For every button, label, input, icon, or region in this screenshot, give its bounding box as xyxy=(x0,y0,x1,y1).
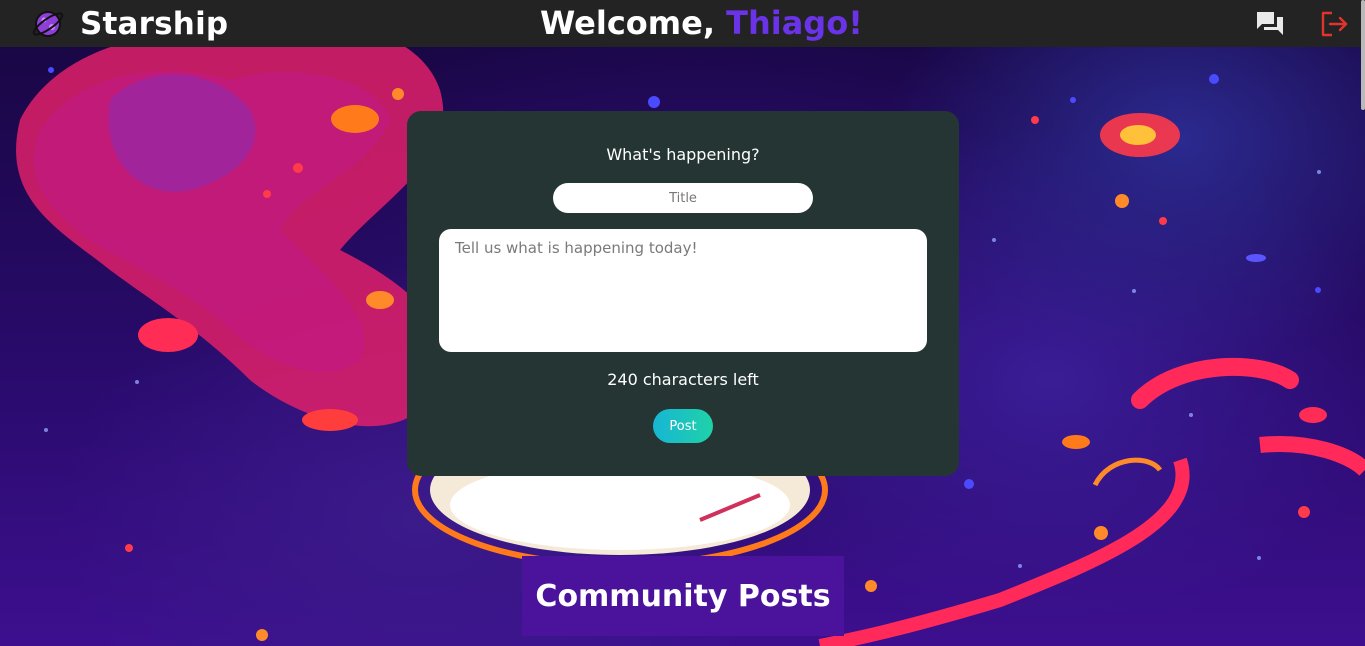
composer-prompt: What's happening? xyxy=(606,145,760,164)
post-composer: What's happening? 240 characters left Po… xyxy=(407,111,959,476)
logout-icon[interactable] xyxy=(1319,9,1349,39)
planet-logo-icon xyxy=(32,11,64,37)
username: Thiago! xyxy=(726,4,863,42)
brand[interactable]: Starship xyxy=(31,6,228,42)
app-name: Starship xyxy=(80,6,229,42)
welcome-prefix: Welcome, xyxy=(540,4,727,42)
post-body-input[interactable] xyxy=(439,229,927,352)
top-bar: Starship Welcome, Thiago! xyxy=(0,0,1365,47)
post-button[interactable]: Post xyxy=(653,409,713,443)
characters-left: 240 characters left xyxy=(607,370,759,389)
community-posts-banner: Community Posts xyxy=(522,556,844,636)
welcome-heading: Welcome, Thiago! xyxy=(540,4,863,42)
chat-bubbles-icon[interactable] xyxy=(1255,9,1285,39)
title-input[interactable] xyxy=(553,183,813,213)
community-posts-heading: Community Posts xyxy=(535,578,831,614)
page-scrollbar[interactable] xyxy=(1361,0,1365,110)
